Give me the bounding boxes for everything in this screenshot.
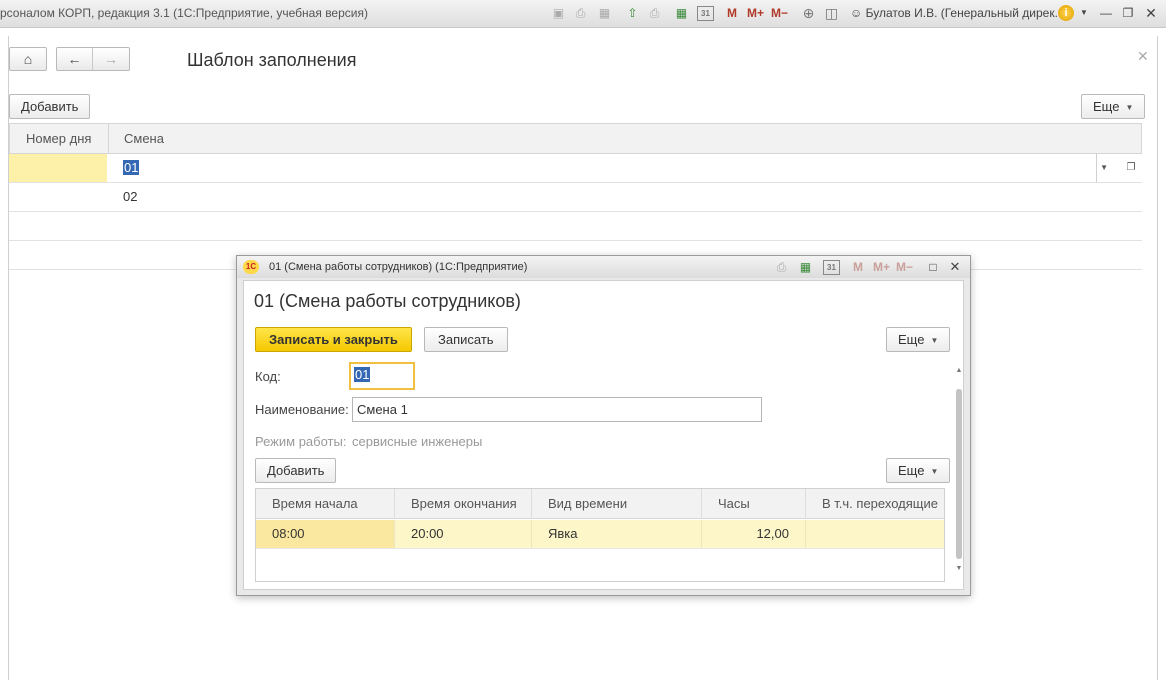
code-field-value: 01 — [354, 367, 371, 382]
vertical-scrollbar[interactable]: ▲ ▼ — [954, 367, 963, 577]
calculator-icon[interactable]: ▦ — [797, 259, 814, 276]
table-row[interactable]: 01 ▼ ❐ — [9, 154, 1142, 183]
scroll-down-icon[interactable]: ▼ — [954, 565, 963, 572]
more-button[interactable]: Еще ▼ — [1081, 94, 1146, 119]
printer-icon[interactable]: ⎙ — [773, 259, 790, 276]
dialog-heading: 01 (Смена работы сотрудников) — [254, 291, 521, 311]
memory-plus-button[interactable]: M+ — [873, 260, 890, 274]
calendar-icon[interactable]: 31 — [823, 260, 840, 275]
table-row[interactable]: 02 — [9, 183, 1142, 212]
shift-dialog: 1С 01 (Смена работы сотрудников) (1С:Пре… — [236, 255, 971, 596]
user-icon: ☺ — [850, 6, 863, 20]
memory-m-button[interactable]: M — [727, 6, 737, 20]
panel-icon[interactable]: ◫ — [823, 5, 840, 22]
time-table: Время начала Время окончания Вид времени… — [255, 488, 945, 582]
printer-icon[interactable]: ⎙ — [646, 5, 663, 22]
column-header-kind[interactable]: Вид времени — [531, 489, 701, 519]
save-icon[interactable]: ▣ — [550, 5, 567, 22]
table-header: Номер дня Смена — [9, 123, 1142, 154]
open-icon[interactable]: ❐ — [1120, 154, 1142, 182]
column-header-carry[interactable]: В т.ч. переходящие — [805, 489, 944, 519]
table-row[interactable]: 08:00 20:00 Явка 12,00 — [256, 520, 944, 549]
chevron-down-icon: ▼ — [930, 467, 939, 477]
shift-cell[interactable]: 02 — [123, 183, 137, 211]
close-form-icon[interactable]: ✕ — [1137, 48, 1149, 65]
code-field[interactable]: 01 — [349, 362, 415, 390]
hours-cell[interactable]: 12,00 — [701, 520, 805, 548]
dialog-body: 01 (Смена работы сотрудников) Записать и… — [243, 280, 964, 590]
chevron-down-icon: ▼ — [1125, 103, 1134, 113]
memory-minus-button[interactable]: M− — [771, 6, 788, 20]
preview-icon[interactable]: ▦ — [596, 5, 613, 22]
column-header-day[interactable]: Номер дня — [26, 124, 91, 153]
app-title: рсоналом КОРП, редакция 3.1 (1С:Предприя… — [0, 6, 368, 20]
kind-cell[interactable]: Явка — [531, 520, 701, 548]
time-table-header: Время начала Время окончания Вид времени… — [256, 489, 944, 519]
chevron-down-icon: ▼ — [930, 336, 939, 346]
info-icon[interactable]: i — [1058, 5, 1074, 21]
scroll-up-icon[interactable]: ▲ — [954, 367, 963, 374]
more-button-label: Еще — [898, 463, 925, 478]
name-field[interactable]: Смена 1 — [352, 397, 762, 422]
dialog-titlebar: 1С 01 (Смена работы сотрудников) (1С:Пре… — [237, 256, 970, 278]
add-time-button[interactable]: Добавить — [255, 458, 337, 483]
dropdown-arrow-icon[interactable]: ▼ — [1096, 154, 1108, 182]
table-row[interactable] — [9, 212, 1142, 241]
column-header-shift[interactable]: Смена — [124, 124, 164, 153]
home-icon: ⌂ — [23, 51, 33, 67]
calculator-icon[interactable]: ▦ — [673, 5, 690, 22]
history-nav: ← → — [56, 47, 130, 71]
dialog-window-title: 01 (Смена работы сотрудников) (1С:Предпр… — [269, 261, 528, 273]
scroll-thumb[interactable] — [956, 389, 962, 559]
end-cell[interactable]: 20:00 — [394, 520, 531, 548]
minimize-icon[interactable]: — — [1098, 5, 1114, 21]
memory-minus-button[interactable]: M− — [896, 260, 913, 274]
calendar-icon[interactable]: 31 — [697, 6, 714, 21]
save-button[interactable]: Записать — [424, 327, 508, 352]
code-label: Код: — [255, 369, 281, 384]
restore-icon[interactable]: ❐ — [1120, 5, 1136, 21]
app-titlebar: рсоналом КОРП, редакция 3.1 (1С:Предприя… — [0, 0, 1166, 28]
column-divider — [108, 124, 109, 153]
print-icon[interactable]: ⎙ — [572, 5, 589, 22]
upload-icon[interactable]: ⇧ — [624, 5, 641, 22]
carry-cell[interactable] — [805, 520, 944, 548]
shift-cell-value: 01 — [123, 160, 140, 175]
column-header-hours[interactable]: Часы — [701, 489, 805, 519]
mode-value: сервисные инженеры — [352, 434, 483, 449]
home-button[interactable]: ⌂ — [9, 47, 47, 71]
add-button[interactable]: Добавить — [9, 94, 91, 119]
day-cell[interactable] — [9, 183, 107, 211]
close-dialog-icon[interactable]: ✕ — [947, 259, 963, 275]
save-and-close-button[interactable]: Записать и закрыть — [255, 327, 412, 352]
mode-label: Режим работы: — [255, 434, 347, 449]
close-window-icon[interactable]: ✕ — [1143, 5, 1159, 21]
more-button-label: Еще — [898, 332, 925, 347]
maximize-icon[interactable]: □ — [925, 259, 941, 275]
memory-m-button[interactable]: M — [853, 260, 863, 274]
back-icon[interactable]: ← — [57, 48, 93, 70]
more-button[interactable]: Еще ▼ — [886, 327, 951, 352]
user-menu[interactable]: ☺ Булатов И.В. (Генеральный дирек... — [850, 6, 1065, 20]
memory-plus-button[interactable]: M+ — [747, 6, 764, 20]
user-name: Булатов И.В. (Генеральный дирек... — [865, 6, 1065, 20]
page-title: Шаблон заполнения — [187, 50, 357, 70]
day-cell[interactable] — [9, 154, 107, 182]
column-header-start[interactable]: Время начала — [256, 489, 394, 519]
start-cell[interactable]: 08:00 — [256, 520, 394, 548]
column-header-end[interactable]: Время окончания — [394, 489, 531, 519]
forward-icon[interactable]: → — [93, 48, 129, 70]
app-logo: 1С — [243, 260, 259, 274]
zoom-icon[interactable]: ⊕ — [800, 5, 817, 22]
more-button-table[interactable]: Еще ▼ — [886, 458, 951, 483]
shift-cell[interactable]: 01 — [123, 154, 140, 182]
template-table: Номер дня Смена 01 ▼ ❐ 02 — [9, 123, 1142, 270]
name-label: Наименование: — [255, 402, 349, 417]
more-button-label: Еще — [1093, 99, 1120, 114]
info-menu-arrow-icon[interactable]: ▼ — [1076, 5, 1092, 21]
